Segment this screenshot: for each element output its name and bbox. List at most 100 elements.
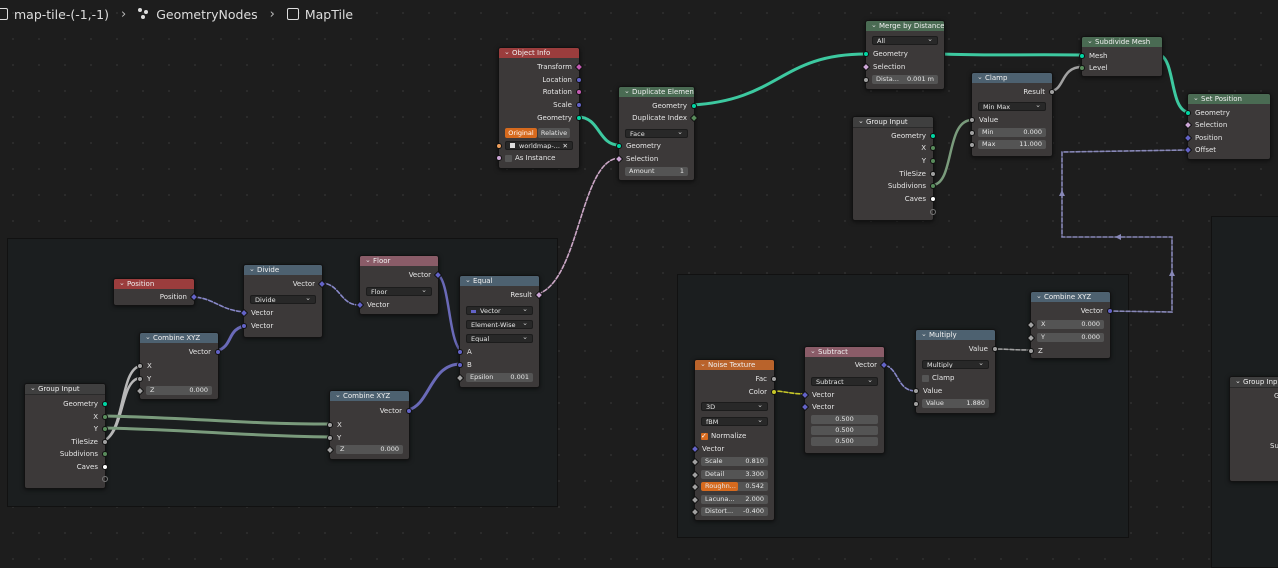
socket[interactable]	[969, 142, 975, 148]
breadcrumb-object[interactable]: map-tile-(-1,-1)	[0, 7, 109, 22]
socket[interactable]	[457, 349, 463, 355]
socket[interactable]	[327, 422, 333, 428]
socket[interactable]	[913, 388, 919, 394]
socket[interactable]	[1079, 53, 1085, 59]
socket[interactable]	[102, 426, 108, 432]
clear-icon[interactable]: ✕	[563, 142, 568, 149]
socket[interactable]	[930, 145, 936, 151]
socket[interactable]	[574, 62, 584, 72]
socket[interactable]	[992, 346, 998, 352]
distance-field[interactable]: Dista... 0.001 m	[872, 75, 938, 84]
min-field[interactable]: Min 0.000	[978, 128, 1046, 137]
node-combine-xyz-1[interactable]: Combine XYZ Vector X Y Z0.000	[135, 332, 221, 400]
breadcrumb-modifier[interactable]: GeometryNodes	[138, 7, 258, 22]
scale-field[interactable]: Scale 0.810	[701, 457, 768, 466]
socket[interactable]	[1183, 133, 1193, 143]
operation-dropdown[interactable]: Equal	[466, 334, 533, 343]
node-position[interactable]: Position Position	[113, 278, 199, 306]
socket[interactable]	[576, 115, 582, 121]
socket[interactable]	[576, 102, 582, 108]
socket[interactable]	[457, 362, 463, 368]
socket[interactable]	[863, 77, 869, 83]
socket[interactable]	[771, 389, 777, 395]
vector-y-field[interactable]: 0.500	[811, 426, 878, 435]
socket[interactable]	[102, 439, 108, 445]
socket[interactable]	[102, 401, 108, 407]
socket[interactable]	[406, 408, 412, 414]
socket[interactable]	[137, 363, 143, 369]
node-object-info[interactable]: Object Info Transform Location Rotation …	[496, 47, 584, 169]
clamp-checkbox[interactable]	[922, 375, 929, 382]
socket[interactable]	[614, 154, 624, 164]
amount-field[interactable]: Amount 1	[625, 167, 688, 176]
vector-z-field[interactable]: 0.500	[811, 437, 878, 446]
socket[interactable]	[913, 401, 919, 407]
node-divide[interactable]: Divide Vector Divide Vector Vector	[239, 264, 327, 338]
socket[interactable]	[616, 143, 622, 149]
operation-dropdown[interactable]: Multiply	[922, 360, 989, 369]
socket[interactable]	[1183, 120, 1193, 130]
socket[interactable]	[1107, 308, 1113, 314]
breadcrumb-node-group[interactable]: MapTile	[286, 7, 353, 22]
socket[interactable]	[689, 113, 699, 123]
domain-dropdown[interactable]: Face	[625, 129, 688, 138]
socket[interactable]	[691, 103, 697, 109]
socket[interactable]	[930, 183, 936, 189]
node-set-position[interactable]: Set Position Geometry Selection Position…	[1183, 93, 1271, 160]
noise-type-dropdown[interactable]: fBM	[701, 417, 768, 426]
socket[interactable]	[930, 158, 936, 164]
socket[interactable]	[1185, 110, 1191, 116]
dimensions-dropdown[interactable]: 3D	[701, 402, 768, 411]
node-multiply[interactable]: Multiply Value Multiply Clamp Value Valu…	[913, 329, 998, 414]
mode-dropdown[interactable]: Element-Wise	[466, 320, 533, 329]
socket[interactable]	[102, 414, 108, 420]
original-toggle[interactable]: Original	[505, 128, 537, 138]
node-group-input-right[interactable]: Group Input G Su	[1229, 376, 1278, 482]
node-merge-by-distance[interactable]: Merge by Distance All Geometry Selection…	[861, 20, 945, 90]
socket[interactable]	[969, 117, 975, 123]
y-field[interactable]: Y 0.000	[1037, 333, 1104, 342]
socket[interactable]	[1079, 65, 1085, 71]
node-equal[interactable]: Equal Result Vector Element-Wise Equal A…	[455, 275, 544, 388]
operation-dropdown[interactable]: Floor	[366, 287, 432, 296]
clamp-mode-dropdown[interactable]: Min Max	[978, 102, 1046, 111]
socket[interactable]	[930, 196, 936, 202]
mode-dropdown[interactable]: All	[872, 36, 938, 45]
socket[interactable]	[969, 130, 975, 136]
socket[interactable]	[496, 155, 502, 161]
x-field[interactable]: X 0.000	[1037, 320, 1104, 329]
operation-dropdown[interactable]: Subtract	[811, 377, 878, 386]
operation-dropdown[interactable]: Divide	[250, 295, 316, 304]
relative-toggle[interactable]: Relative	[538, 128, 570, 138]
node-subdivide-mesh[interactable]: Subdivide Mesh Mesh Level	[1079, 36, 1163, 77]
node-clamp[interactable]: Clamp Result Min Max Value Min0.000 Max1…	[969, 72, 1055, 157]
z-field[interactable]: Z 0.000	[336, 445, 403, 454]
detail-field[interactable]: Detail 3.300	[701, 470, 768, 479]
socket[interactable]	[930, 209, 936, 215]
socket[interactable]	[137, 376, 143, 382]
socket[interactable]	[1183, 145, 1193, 155]
socket[interactable]	[576, 77, 582, 83]
node-subtract[interactable]: Subtract Vector Subtract Vector Vector 0…	[800, 346, 889, 454]
socket[interactable]	[215, 349, 221, 355]
as-instance-checkbox[interactable]	[505, 155, 512, 162]
socket[interactable]	[496, 143, 502, 149]
node-duplicate-elements[interactable]: Duplicate Elements Geometry Duplicate In…	[614, 86, 699, 181]
node-group-input-left[interactable]: Group Input Geometry X Y TileSize Subdiv…	[24, 383, 108, 489]
data-type-dropdown[interactable]: Vector	[466, 306, 533, 315]
socket[interactable]	[1049, 89, 1055, 95]
roughness-field[interactable]: Roughn... 0.542	[701, 482, 768, 491]
socket[interactable]	[576, 89, 582, 95]
socket[interactable]	[102, 476, 108, 482]
socket[interactable]	[102, 451, 108, 457]
value-field[interactable]: Value 1.880	[922, 399, 989, 408]
socket[interactable]	[861, 62, 871, 72]
node-combine-xyz-2[interactable]: Combine XYZ Vector X Y Z0.000	[325, 390, 412, 460]
lacunarity-field[interactable]: Lacuna... 2.000	[701, 495, 768, 504]
socket[interactable]	[863, 51, 869, 57]
socket[interactable]	[930, 133, 936, 139]
socket[interactable]	[241, 323, 247, 329]
node-floor[interactable]: Floor Vector Floor Vector	[355, 255, 443, 315]
socket[interactable]	[1028, 348, 1034, 354]
node-noise-texture[interactable]: Noise Texture Fac Color 3D fBM Normalize…	[690, 359, 777, 521]
